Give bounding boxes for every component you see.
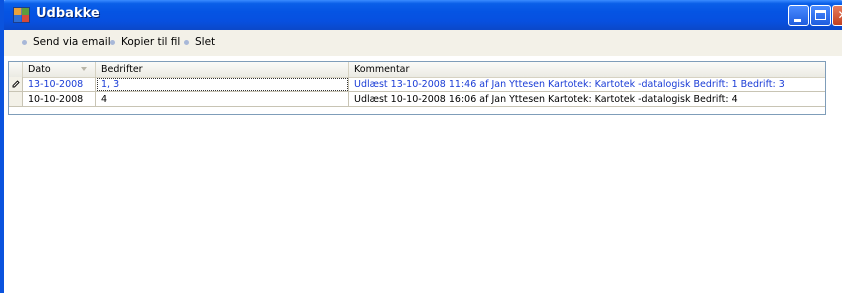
outbox-window: Udbakke ✕ Send via email Kopier til fil … (0, 0, 842, 293)
minimize-icon (794, 19, 801, 22)
table-row[interactable]: 10-10-2008 4 Udlæst 10-10-2008 16:06 af … (9, 92, 825, 107)
copy-to-file-label: Kopier til fil (121, 36, 181, 48)
maximize-button[interactable] (810, 5, 831, 26)
column-header-bedrifter-label: Bedrifter (101, 64, 143, 75)
column-header-kommentar-label: Kommentar (354, 64, 410, 75)
bullet-icon (110, 39, 115, 45)
app-icon (13, 7, 30, 23)
minimize-button[interactable] (788, 5, 809, 26)
delete-button[interactable]: Slet (184, 36, 215, 48)
cell-dato[interactable]: 13-10-2008 (23, 77, 96, 92)
delete-label: Slet (195, 36, 216, 48)
outbox-grid: Dato Bedrifter Kommentar 13-10-2008 1, 3… (8, 61, 826, 115)
column-header-dato-label: Dato (28, 64, 51, 75)
table-row[interactable]: 13-10-2008 1, 3 Udlæst 13-10-2008 11:46 … (9, 77, 825, 92)
cell-bedrifter[interactable]: 4 (96, 92, 349, 107)
send-via-email-label: Send via email (33, 36, 111, 48)
close-icon: ✕ (837, 8, 842, 22)
sort-icon (81, 67, 87, 71)
cell-dato[interactable]: 10-10-2008 (23, 92, 96, 107)
close-button[interactable]: ✕ (832, 5, 842, 26)
pencil-icon (12, 80, 20, 88)
column-header-bedrifter[interactable]: Bedrifter (96, 62, 349, 77)
column-header-kommentar[interactable]: Kommentar (349, 62, 825, 77)
cell-bedrifter[interactable]: 1, 3 (96, 77, 349, 92)
row-header[interactable] (9, 77, 23, 92)
bullet-icon (184, 39, 189, 45)
copy-to-file-button[interactable]: Kopier til fil (110, 36, 180, 48)
send-via-email-button[interactable]: Send via email (22, 36, 111, 48)
grid-header: Dato Bedrifter Kommentar (9, 62, 825, 78)
row-header-corner (9, 62, 23, 77)
toolbar: Send via email Kopier til fil Slet (4, 30, 842, 56)
title-bar[interactable]: Udbakke ✕ (4, 0, 842, 30)
row-header[interactable] (9, 92, 23, 107)
window-title: Udbakke (36, 6, 100, 21)
maximize-icon (815, 10, 826, 20)
bullet-icon (22, 39, 27, 45)
cell-kommentar[interactable]: Udlæst 13-10-2008 11:46 af Jan Yttesen K… (349, 77, 825, 92)
column-header-dato[interactable]: Dato (23, 62, 96, 77)
cell-kommentar[interactable]: Udlæst 10-10-2008 16:06 af Jan Yttesen K… (349, 92, 825, 107)
